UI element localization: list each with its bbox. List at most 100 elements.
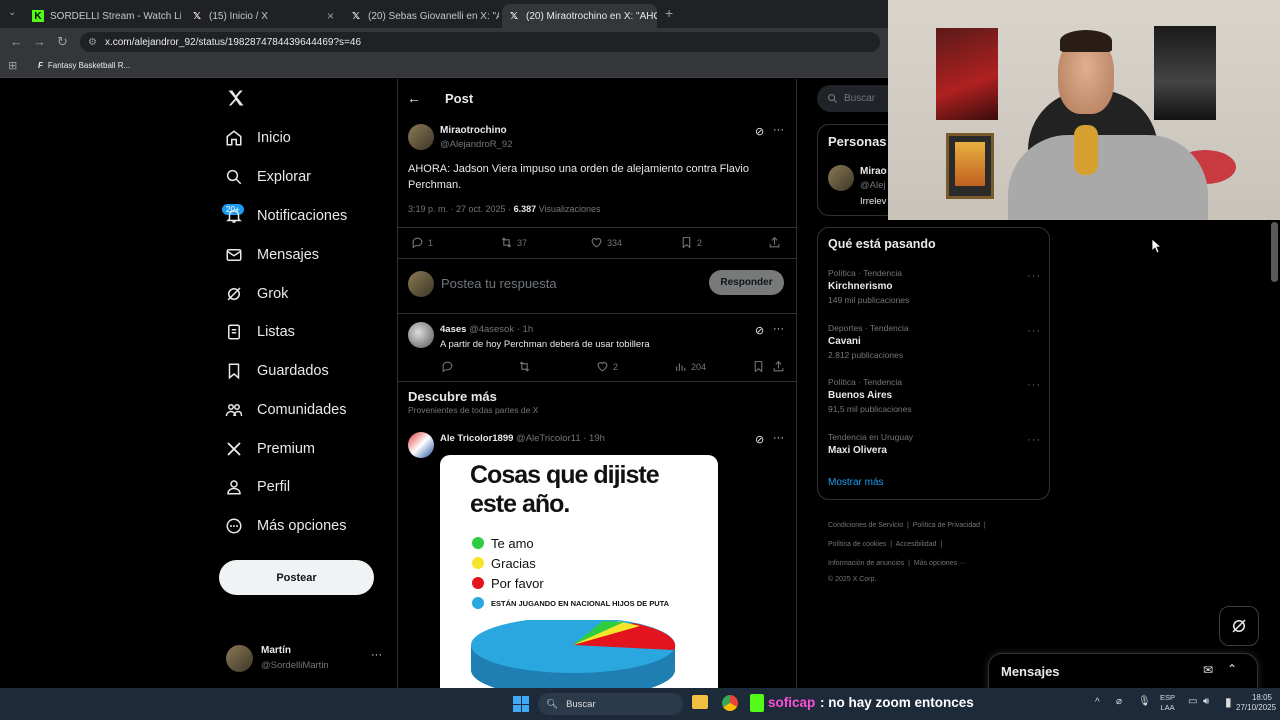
nav-mas-opciones[interactable]: Más opciones <box>225 517 346 535</box>
reply-button[interactable]: 1 <box>411 236 433 249</box>
like-button[interactable]: 334 <box>590 236 622 249</box>
tab-list-icon[interactable]: ⌄ <box>8 7 16 18</box>
footer-link[interactable]: Más opciones ··· <box>914 560 966 567</box>
footer-link[interactable]: Accesibilidad <box>896 541 937 548</box>
scrollbar-thumb[interactable] <box>1271 222 1278 282</box>
more-dots-icon[interactable]: ··· <box>1027 379 1041 391</box>
author-handle[interactable]: @AlejandroR_92 <box>440 139 513 150</box>
views-button[interactable]: 204 <box>674 360 706 373</box>
legend-item: Gracias <box>472 553 669 573</box>
nav-explorar[interactable]: Explorar <box>225 168 311 186</box>
avatar[interactable] <box>828 165 854 191</box>
back-icon[interactable]: ← <box>10 34 23 49</box>
nav-comunidades[interactable]: Comunidades <box>225 401 346 419</box>
account-switcher[interactable]: Martín @SordelliMartin ··· <box>226 643 396 677</box>
messages-drawer[interactable]: Mensajes ✉ ⌃ <box>988 653 1258 693</box>
like-button[interactable]: 2 <box>596 360 618 373</box>
reload-icon[interactable]: ↻ <box>57 34 68 50</box>
new-tab-icon[interactable]: + <box>665 5 673 21</box>
person-hair <box>1060 30 1112 52</box>
tab-x-inicio[interactable]: 𝕏 (15) Inicio / X × <box>185 4 340 28</box>
more-dots-icon[interactable]: ··· <box>1027 434 1041 446</box>
footer-link[interactable]: Condiciones de Servicio <box>828 522 903 529</box>
trend-item[interactable]: Política · Tendencia Buenos Aires 91,5 m… <box>828 377 912 414</box>
trend-item[interactable]: Tendencia en Uruguay Maxi Olivera <box>828 432 913 456</box>
home-icon <box>226 130 242 146</box>
reply-input[interactable]: Postea tu respuesta <box>441 276 557 291</box>
mic-icon[interactable]: 🎙︎ <box>1138 696 1151 707</box>
grok-explain-icon[interactable]: ⊘ <box>755 324 764 337</box>
forward-icon[interactable]: → <box>33 34 46 49</box>
reply-author-name[interactable]: 4ases <box>440 324 466 335</box>
volume-icon[interactable]: 🔊︎ <box>1203 696 1209 707</box>
tray-chevron-icon[interactable]: ^ <box>1095 697 1100 708</box>
avatar[interactable] <box>408 432 434 458</box>
post-image[interactable]: Cosas que dijiste este año. Te amo Graci… <box>440 455 718 688</box>
person-torso <box>1008 135 1208 220</box>
footer-link[interactable]: Política de Privacidad <box>913 522 980 529</box>
reply-author-handle: @4asesok · 1h <box>469 324 534 335</box>
bookmark-fantasy[interactable]: F Fantasy Basketball R... <box>38 61 130 70</box>
nav-notificaciones[interactable]: Notificaciones <box>225 207 347 225</box>
nav-guardados[interactable]: Guardados <box>225 362 329 380</box>
reply-button[interactable] <box>441 360 454 373</box>
new-message-icon[interactable]: ✉ <box>1203 663 1213 677</box>
trend-item[interactable]: Política · Tendencia Kirchnerismo 149 mi… <box>828 268 909 305</box>
nav-inicio[interactable]: Inicio <box>225 129 291 147</box>
bookmark-button[interactable]: 2 <box>680 236 702 249</box>
reply-submit-button[interactable]: Responder <box>709 270 784 295</box>
author-name[interactable]: Miraotrochino <box>440 125 507 136</box>
x-logo-icon[interactable] <box>226 88 246 113</box>
more-dots-icon[interactable]: ··· <box>773 124 784 136</box>
back-arrow-icon[interactable]: ← <box>407 90 421 106</box>
more-dots-icon[interactable]: ··· <box>371 649 382 661</box>
nav-perfil[interactable]: Perfil <box>225 478 290 496</box>
battery-icon[interactable]: ▮ <box>1225 695 1232 709</box>
more-dots-icon[interactable]: ··· <box>1027 325 1041 337</box>
repost-button[interactable] <box>518 360 531 373</box>
more-dots-icon[interactable]: ··· <box>773 323 784 335</box>
more-dots-icon[interactable]: ··· <box>773 432 784 444</box>
tab-x-sebas[interactable]: 𝕏 (20) Sebas Giovanelli en X: "AH × <box>344 4 499 28</box>
divider <box>397 381 797 382</box>
section-title: Descubre más <box>408 389 497 404</box>
windows-start-icon[interactable] <box>513 696 529 712</box>
tab-kick[interactable]: K SORDELLI Stream - Watch Live × <box>26 4 181 28</box>
close-icon[interactable]: × <box>327 9 334 23</box>
taskbar-search[interactable]: 🔍︎ Buscar <box>538 693 683 715</box>
post-button[interactable]: Postear <box>219 560 374 595</box>
people-name[interactable]: Mirao <box>860 166 887 177</box>
nav-grok[interactable]: Grok <box>225 285 288 303</box>
footer-link[interactable]: Política de cookies <box>828 541 886 548</box>
share-button[interactable] <box>768 236 781 249</box>
url-bar[interactable]: ⚙ x.com/alejandror_92/status/19828747844… <box>80 32 880 52</box>
avatar[interactable] <box>408 322 434 348</box>
grok-explain-icon[interactable]: ⊘ <box>755 125 764 138</box>
footer-link[interactable]: Información de anuncios <box>828 560 904 567</box>
display-icon[interactable]: ▭ <box>1188 696 1197 707</box>
network-icon[interactable]: ⌀ <box>1116 696 1122 707</box>
grok-float-button[interactable] <box>1219 606 1259 646</box>
apps-grid-icon[interactable]: ⊞ <box>8 59 17 72</box>
show-more-link[interactable]: Mostrar más <box>828 477 884 488</box>
nav-listas[interactable]: Listas <box>225 323 295 341</box>
expand-up-icon[interactable]: ⌃ <box>1227 662 1237 676</box>
nav-mensajes[interactable]: Mensajes <box>225 246 319 264</box>
language-indicator[interactable]: ESP LAA <box>1160 693 1175 713</box>
more-dots-icon[interactable]: ··· <box>1027 270 1041 282</box>
repost-button[interactable]: 37 <box>500 236 527 249</box>
grok-explain-icon[interactable]: ⊘ <box>755 433 764 446</box>
bookmark-button[interactable] <box>752 360 765 373</box>
nav-premium[interactable]: Premium <box>225 440 315 458</box>
tab-x-miraotrochino[interactable]: 𝕏 (20) Miraotrochino en X: "AHOR × <box>502 4 657 28</box>
site-info-icon[interactable]: ⚙ <box>88 37 97 48</box>
kick-icon[interactable] <box>750 694 764 712</box>
clock[interactable]: 18:05 27/10/2025 <box>1236 693 1276 713</box>
author-name[interactable]: Ale Tricolor1899 <box>440 433 513 444</box>
file-explorer-icon[interactable] <box>692 695 708 709</box>
share-button[interactable] <box>772 360 785 373</box>
trend-item[interactable]: Deportes · Tendencia Cavani 2.812 public… <box>828 323 909 360</box>
chrome-icon[interactable] <box>722 695 738 711</box>
poster-left <box>936 28 998 120</box>
avatar[interactable] <box>408 124 434 150</box>
